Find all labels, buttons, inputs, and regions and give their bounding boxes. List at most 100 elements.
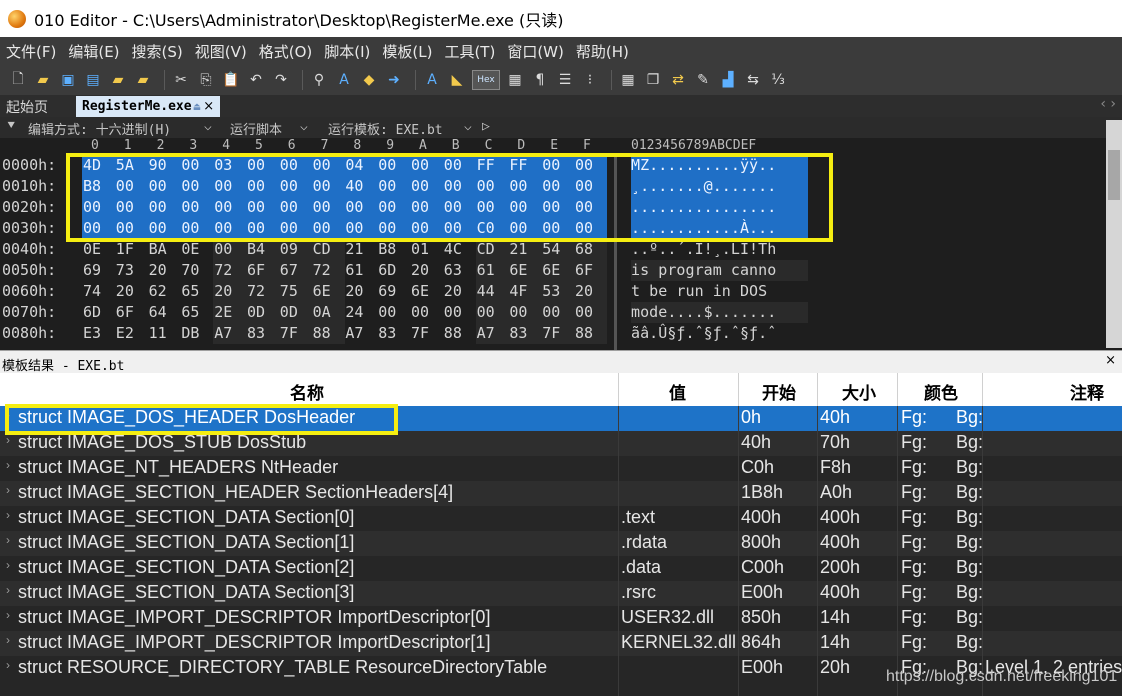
list-icon[interactable]: ☰ [555,70,575,90]
expand-arrow-icon[interactable]: › [6,608,10,622]
hex-byte[interactable]: 67 [278,260,312,281]
hex-byte[interactable]: 72 [311,260,345,281]
checksum-icon[interactable]: ✎ [693,70,713,90]
menu-search[interactable]: 搜索(S) [132,41,183,62]
goto-icon[interactable]: ➜ [384,70,404,90]
edit-mode-dropdown[interactable]: 编辑方式: 十六进制(H) [28,119,171,138]
hex-byte[interactable]: 72 [213,260,247,281]
hex-ascii-text[interactable]: mode....$....... [631,302,808,323]
chevron-down-icon[interactable]: ⌵ [464,119,472,134]
hex-byte[interactable]: 61 [344,260,377,281]
hex-byte[interactable]: 68 [574,239,607,260]
table-row[interactable]: › struct IMAGE_SECTION_DATA Section[2] .da… [0,556,1122,581]
hex-byte[interactable]: 6D [377,260,410,281]
hex-byte[interactable]: 6E [311,281,345,302]
menu-help[interactable]: 帮助(H) [576,41,629,62]
hex-byte[interactable]: 4C [443,239,476,260]
hex-byte[interactable]: 00 [443,302,476,323]
hex-byte[interactable]: 09 [278,239,312,260]
hex-byte[interactable]: 69 [377,281,410,302]
menu-edit[interactable]: 编辑(E) [68,41,119,62]
table-row[interactable]: › struct IMAGE_SECTION_HEADER SectionHead… [0,481,1122,506]
calculator-icon[interactable]: ▦ [618,70,638,90]
find-icon[interactable]: ⚲ [309,70,329,90]
folder-icon[interactable]: ▰ [108,70,128,90]
binary-icon[interactable]: ⁝ [580,70,600,90]
menu-tools[interactable]: 工具(T) [444,41,495,62]
hex-byte[interactable]: 00 [213,239,247,260]
table-row[interactable]: › struct IMAGE_SECTION_DATA Section[0] .te… [0,506,1122,531]
table-row[interactable]: › struct IMAGE_NT_HEADERS NtHeader C0h F8h F… [0,456,1122,481]
run-template-dropdown[interactable]: 运行模板: EXE.bt [328,119,443,138]
hex-byte[interactable]: 0D [246,302,279,323]
hex-byte[interactable]: 6E [541,260,575,281]
hex-byte[interactable]: 88 [443,323,476,344]
tab-registerme[interactable]: RegisterMe.exe ⏏ × [76,96,221,117]
save-icon[interactable]: ▣ [58,70,78,90]
expand-arrow-icon[interactable]: › [6,583,10,597]
column-start[interactable]: 开始 [762,379,796,404]
hex-byte[interactable]: DB [180,323,213,344]
hex-byte[interactable]: 00 [475,302,509,323]
hex-byte[interactable]: 11 [148,323,181,344]
hex-byte[interactable]: 6F [574,260,607,281]
hex-byte[interactable]: 7F [278,323,312,344]
hex-byte[interactable]: 20 [213,281,247,302]
menu-file[interactable]: 文件(F) [6,41,56,62]
paragraph-icon[interactable]: ¶ [530,70,550,90]
column-name[interactable]: 名称 [290,379,324,404]
hex-byte[interactable]: 0E [82,239,115,260]
hex-byte[interactable]: 0D [278,302,312,323]
expand-arrow-icon[interactable]: › [6,483,10,497]
hex-byte[interactable]: 4F [508,281,542,302]
menu-window[interactable]: 窗口(W) [507,41,564,62]
replace-icon[interactable]: A [334,70,354,90]
hex-byte[interactable]: 21 [508,239,542,260]
hex-byte[interactable]: 72 [246,281,279,302]
hex-byte[interactable]: 65 [180,281,213,302]
collapse-icon[interactable]: ⯆ [6,119,16,134]
column-size[interactable]: 大小 [842,379,876,404]
expand-arrow-icon[interactable]: › [6,508,10,522]
hex-byte[interactable]: 20 [443,281,476,302]
columns-icon[interactable]: ▦ [505,70,525,90]
scrollbar-thumb[interactable] [1108,150,1120,200]
hex-byte[interactable]: BA [148,239,181,260]
hex-byte[interactable]: 54 [541,239,575,260]
menu-template[interactable]: 模板(L) [382,41,432,62]
hex-byte[interactable]: 20 [344,281,377,302]
hex-byte[interactable]: B4 [246,239,279,260]
new-file-icon[interactable]: 🗋 [8,70,28,90]
hex-byte[interactable]: 61 [475,260,509,281]
hex-byte[interactable]: 83 [508,323,542,344]
workspace-icon[interactable]: ▰ [133,70,153,90]
hex-byte[interactable]: 63 [443,260,476,281]
hex-byte[interactable]: 83 [246,323,279,344]
cut-icon[interactable]: ✂ [171,70,191,90]
chevron-down-icon[interactable]: ⌵ [300,119,308,134]
hex-byte[interactable]: 20 [148,260,181,281]
hex-byte[interactable]: B8 [377,239,410,260]
hex-byte[interactable]: 53 [541,281,575,302]
hex-byte[interactable]: E2 [115,323,148,344]
hex-byte[interactable]: CD [311,239,345,260]
table-row[interactable]: › struct IMAGE_IMPORT_DESCRIPTOR ImportDe… [0,606,1122,631]
hex-byte[interactable]: 6E [508,260,542,281]
hex-byte[interactable]: 65 [180,302,213,323]
redo-icon[interactable]: ↷ [271,70,291,90]
hex-byte[interactable]: 74 [82,281,115,302]
close-icon[interactable]: × [1105,353,1116,368]
copy-icon[interactable]: ⎘ [196,70,216,90]
expand-arrow-icon[interactable]: › [6,533,10,547]
expand-arrow-icon[interactable]: › [6,633,10,647]
find-in-files-icon[interactable]: ◆ [359,70,379,90]
column-comment[interactable]: 注释 [1070,379,1104,404]
compare-icon[interactable]: ⇄ [668,70,688,90]
hex-byte[interactable]: 20 [115,281,148,302]
hex-byte[interactable]: 24 [344,302,377,323]
hex-byte[interactable]: 6E [410,281,443,302]
paste-icon[interactable]: 📋 [221,70,241,90]
expand-arrow-icon[interactable]: › [6,458,10,472]
hex-byte[interactable]: E3 [82,323,115,344]
hex-byte[interactable]: 0E [180,239,213,260]
